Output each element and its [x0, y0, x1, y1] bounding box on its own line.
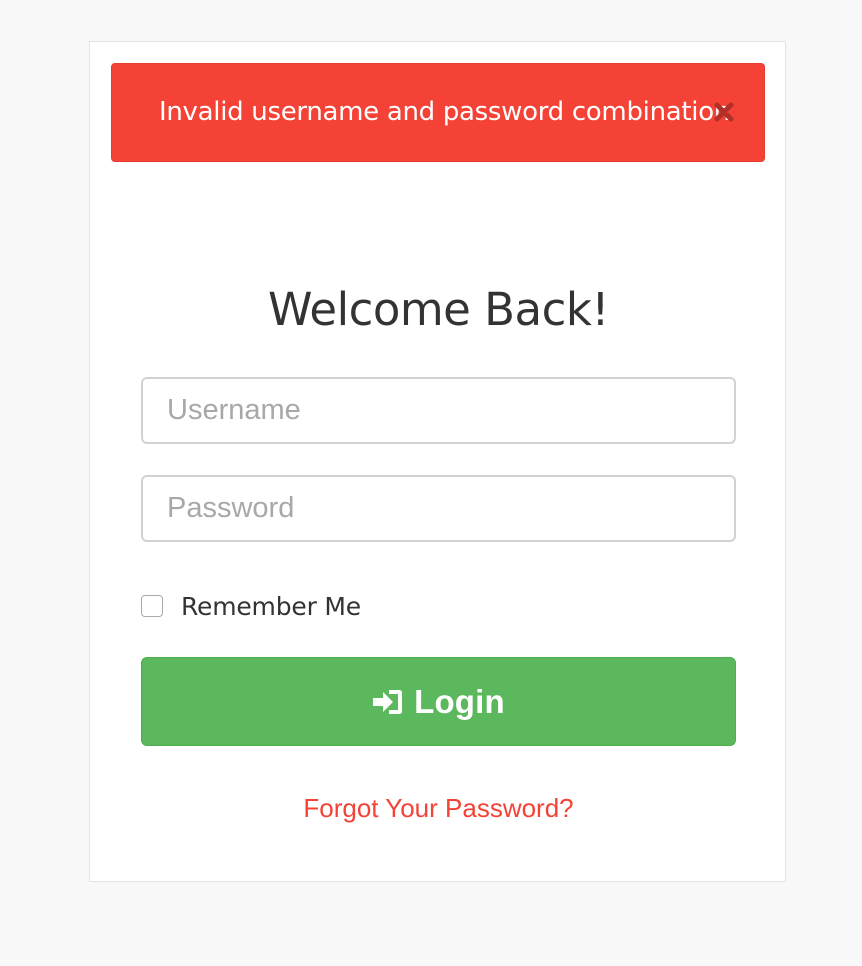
close-icon[interactable] — [711, 99, 737, 125]
error-alert: Invalid username and password combinatio… — [111, 63, 765, 162]
remember-me-label: Remember Me — [181, 591, 361, 621]
remember-me-toggle[interactable]: Remember Me — [141, 588, 361, 624]
forgot-password-link[interactable]: Forgot Your Password? — [90, 790, 787, 826]
login-button[interactable]: Login — [141, 657, 736, 746]
error-message: Invalid username and password combinatio… — [159, 97, 730, 127]
page-title: Welcome Back! — [268, 283, 609, 336]
sign-in-icon — [373, 689, 403, 714]
remember-me-checkbox[interactable] — [141, 595, 163, 617]
login-card: Invalid username and password combinatio… — [89, 41, 786, 882]
username-input[interactable] — [141, 377, 736, 444]
password-input[interactable] — [141, 475, 736, 542]
login-label: Login — [414, 682, 505, 720]
